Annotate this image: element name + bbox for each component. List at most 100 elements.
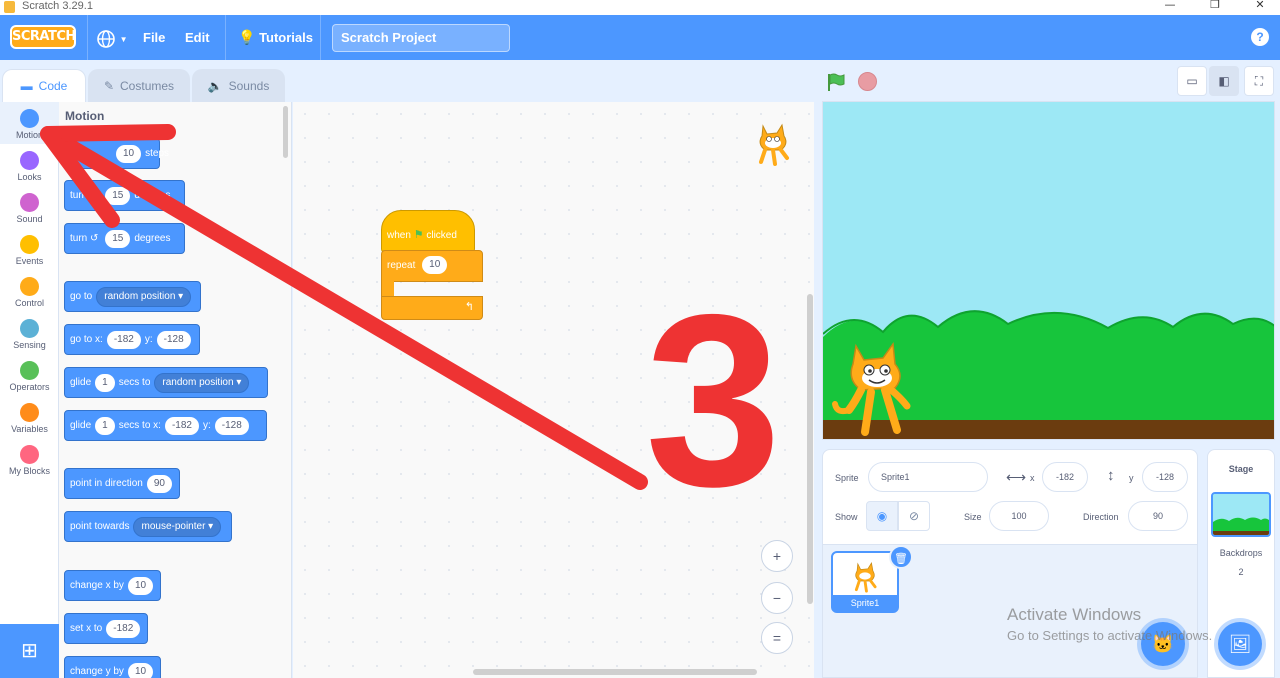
direction-input[interactable]: 90 xyxy=(146,474,172,493)
repeat-block[interactable]: repeat 10 ↰ xyxy=(381,250,483,321)
rotate-left-icon: ↺ xyxy=(90,233,99,244)
globe-icon xyxy=(97,29,115,48)
stage-canvas[interactable] xyxy=(822,101,1275,440)
when-flag-clicked-block[interactable]: when ⚑ clicked xyxy=(381,210,475,253)
workspace-vertical-scrollbar[interactable] xyxy=(807,294,813,604)
block-text: turn xyxy=(70,190,88,201)
category-operators[interactable]: Operators xyxy=(0,354,59,396)
add-extension-icon: ⊞ xyxy=(21,640,38,662)
glide-x-input[interactable]: -182 xyxy=(164,416,199,435)
category-my-blocks[interactable]: My Blocks xyxy=(0,438,59,480)
control-color-dot xyxy=(20,277,39,296)
turn-left-input[interactable]: 15 xyxy=(105,229,131,248)
y-position-input[interactable]: -128 xyxy=(1142,462,1188,492)
category-label: My Blocks xyxy=(8,466,50,476)
file-menu[interactable]: File xyxy=(143,15,165,60)
tab-costumes[interactable]: ✎ Costumes xyxy=(88,69,190,102)
tutorials-menu[interactable]: 💡 Tutorials xyxy=(238,15,313,60)
block-point-in-direction[interactable]: point in direction 90 xyxy=(64,468,180,499)
tab-code-label: Code xyxy=(38,79,68,93)
edit-menu[interactable]: Edit xyxy=(185,15,210,60)
block-go-to-xy[interactable]: go to x: -182 y: -128 xyxy=(64,324,200,355)
sprite-cat-icon xyxy=(854,562,877,593)
glide-xy-secs-input[interactable]: 1 xyxy=(95,416,115,435)
zoom-out-button[interactable]: − xyxy=(761,582,793,614)
normal-stage-button[interactable]: ◧ xyxy=(1209,66,1239,96)
set-x-input[interactable]: -182 xyxy=(106,619,141,638)
block-text: clicked xyxy=(426,230,457,241)
restore-button[interactable]: ❐ xyxy=(1195,0,1235,15)
eye-crossed-icon: ⊘ xyxy=(908,509,920,523)
block-move-steps[interactable]: 10 steps xyxy=(64,138,169,169)
stop-button[interactable] xyxy=(858,72,877,91)
category-control[interactable]: Control xyxy=(0,270,59,312)
category-looks[interactable]: Looks xyxy=(0,144,59,186)
category-variables[interactable]: Variables xyxy=(0,396,59,438)
turn-right-input[interactable]: 15 xyxy=(105,186,131,205)
glide-secs-input[interactable]: 1 xyxy=(95,373,115,392)
category-sensing[interactable]: Sensing xyxy=(0,312,59,354)
minimize-button[interactable]: — xyxy=(1150,0,1190,15)
dropdown-value: random position xyxy=(104,290,176,302)
go-to-x-input[interactable]: -182 xyxy=(106,330,141,349)
direction-input[interactable]: 90 xyxy=(1128,501,1188,531)
size-input[interactable]: 100 xyxy=(989,501,1049,531)
x-position-input[interactable]: -182 xyxy=(1042,462,1088,492)
sound-color-dot xyxy=(20,193,39,212)
block-text: y: xyxy=(202,420,211,431)
zoom-in-button[interactable]: + xyxy=(761,540,793,572)
go-to-y-input[interactable]: -128 xyxy=(156,330,191,349)
workspace-horizontal-scrollbar[interactable] xyxy=(473,669,757,675)
zoom-reset-button[interactable]: = xyxy=(761,622,793,654)
change-x-input[interactable]: 10 xyxy=(127,576,154,595)
scratch-logo[interactable]: SCRATCH xyxy=(10,25,76,49)
green-flag-button[interactable] xyxy=(826,72,846,92)
category-label: Operators xyxy=(9,382,50,392)
tab-code[interactable]: ▬ Code xyxy=(2,69,86,102)
block-text: secs to x: xyxy=(118,420,161,431)
block-point-towards[interactable]: point towards mouse-pointer ▾ xyxy=(64,511,232,542)
language-menu[interactable]: ▼ xyxy=(96,15,128,60)
stage-thumbnail[interactable] xyxy=(1211,492,1271,537)
small-stage-button[interactable]: ▭ xyxy=(1177,66,1207,96)
help-icon[interactable]: ? xyxy=(1251,28,1269,46)
script-workspace[interactable]: when ⚑ clicked repeat 10 ↰ + − = xyxy=(293,102,814,678)
block-palette: Motion 10 steps turn ↻ 15 degrees turn ↺ 1… xyxy=(59,102,292,678)
sprite-name-input[interactable]: Sprite1 xyxy=(868,462,988,492)
operators-color-dot xyxy=(20,361,39,380)
sprite-tile[interactable]: Sprite1 🗑 xyxy=(831,545,913,613)
block-text: change y by xyxy=(70,666,124,677)
fullscreen-button[interactable]: ⛶ xyxy=(1244,66,1274,96)
block-change-y[interactable]: change y by 10 xyxy=(64,656,161,678)
glide-y-input[interactable]: -128 xyxy=(214,416,249,435)
block-turn-left[interactable]: turn ↺ 15 degrees xyxy=(64,223,185,254)
tab-sounds[interactable]: 🔈 Sounds xyxy=(192,69,285,102)
move-steps-input[interactable]: 10 xyxy=(116,144,142,163)
eye-icon: ◉ xyxy=(876,509,888,523)
add-backdrop-button[interactable]: 🖼 xyxy=(1218,622,1262,666)
glide-to-dropdown[interactable]: random position ▾ xyxy=(154,372,250,393)
block-glide-to[interactable]: glide 1 secs to random position ▾ xyxy=(64,367,268,398)
sensing-color-dot xyxy=(20,319,39,338)
show-sprite-button[interactable]: ◉ xyxy=(866,501,898,531)
delete-sprite-button[interactable]: 🗑 xyxy=(889,545,913,569)
category-sound[interactable]: Sound xyxy=(0,186,59,228)
block-set-x[interactable]: set x to -182 xyxy=(64,613,148,644)
palette-scrollbar[interactable] xyxy=(283,106,288,158)
project-title-input[interactable]: Scratch Project xyxy=(332,24,510,52)
add-extension-button[interactable]: ⊞ xyxy=(0,624,59,678)
hide-sprite-button[interactable]: ⊘ xyxy=(898,501,930,531)
category-motion[interactable]: Motion xyxy=(0,102,59,144)
go-to-dropdown[interactable]: random position ▾ xyxy=(96,286,192,307)
block-glide-xy[interactable]: glide 1 secs to x: -182 y: -128 xyxy=(64,410,267,441)
block-turn-right[interactable]: turn ↻ 15 degrees xyxy=(64,180,185,211)
change-y-input[interactable]: 10 xyxy=(127,662,154,678)
block-change-x[interactable]: change x by 10 xyxy=(64,570,161,601)
category-events[interactable]: Events xyxy=(0,228,59,270)
close-button[interactable]: ✕ xyxy=(1240,0,1280,15)
point-towards-dropdown[interactable]: mouse-pointer ▾ xyxy=(133,516,222,537)
block-go-to[interactable]: go to random position ▾ xyxy=(64,281,201,312)
repeat-count-input[interactable]: 10 xyxy=(422,256,448,275)
sprite-cat[interactable] xyxy=(831,340,931,440)
sprite-name-label: Sprite xyxy=(835,473,859,483)
